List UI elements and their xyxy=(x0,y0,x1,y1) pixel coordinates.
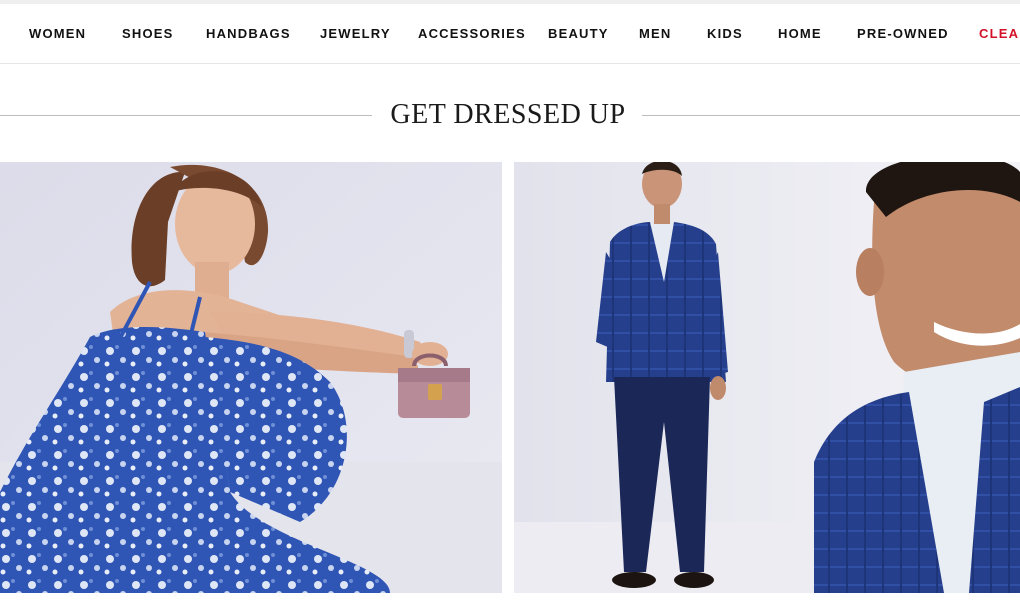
main-navigation: WOMEN SHOES HANDBAGS JEWELRY ACCESSORIES… xyxy=(0,4,1020,64)
nav-kids[interactable]: KIDS xyxy=(707,26,743,41)
man-suit-illustration xyxy=(514,162,1020,593)
nav-pre-owned[interactable]: PRE-OWNED xyxy=(857,26,949,41)
nav-shoes[interactable]: SHOES xyxy=(122,26,174,41)
nav-women[interactable]: WOMEN xyxy=(29,26,86,41)
nav-jewelry[interactable]: JEWELRY xyxy=(320,26,391,41)
nav-clearance[interactable]: CLEARANCE xyxy=(979,26,1020,41)
nav-home[interactable]: HOME xyxy=(778,26,822,41)
womens-dress-promo-image[interactable] xyxy=(0,162,502,593)
mens-suit-promo-image[interactable] xyxy=(514,162,1020,593)
woman-dress-illustration xyxy=(0,162,502,593)
section-header: GET DRESSED UP xyxy=(0,95,1020,135)
nav-handbags[interactable]: HANDBAGS xyxy=(206,26,291,41)
nav-beauty[interactable]: BEAUTY xyxy=(548,26,609,41)
heading-rule-right xyxy=(642,115,1020,116)
nav-men[interactable]: MEN xyxy=(639,26,672,41)
nav-accessories[interactable]: ACCESSORIES xyxy=(418,26,526,41)
